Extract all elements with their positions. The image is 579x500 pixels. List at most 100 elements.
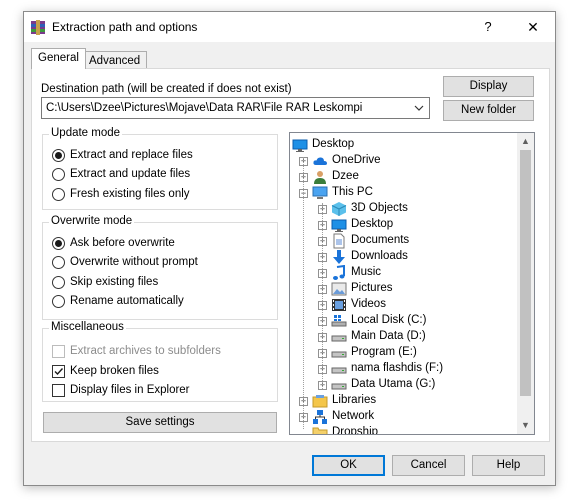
tree-item[interactable]: + Data Utama (G:) <box>290 377 518 393</box>
destination-path-value: C:\Users\Dzee\Pictures\Mojave\Data RAR\F… <box>46 102 363 114</box>
tree-item[interactable]: + Pictures <box>290 281 518 297</box>
chevron-down-icon[interactable] <box>412 101 426 115</box>
desktop-icon <box>292 137 308 153</box>
tree-item[interactable]: + OneDrive <box>290 153 518 169</box>
tree-item[interactable]: + Videos <box>290 297 518 313</box>
close-button[interactable]: ✕ <box>521 17 545 37</box>
tree-item[interactable]: + nama flashdis (F:) <box>290 361 518 377</box>
tree-item-label: This PC <box>332 186 373 198</box>
drive-icon <box>331 361 347 377</box>
music-icon <box>331 264 347 281</box>
checkbox[interactable] <box>52 384 65 397</box>
save-settings-button[interactable]: Save settings <box>43 412 277 433</box>
tree-item[interactable]: + Documents <box>290 233 518 249</box>
tree-item-label: Main Data (D:) <box>351 330 426 342</box>
radio-button[interactable] <box>52 295 65 308</box>
scroll-up-icon[interactable]: ▲ <box>517 133 534 150</box>
tree-item-label: Local Disk (C:) <box>351 314 427 326</box>
cloud-icon <box>312 153 328 169</box>
scroll-down-icon[interactable]: ▼ <box>517 417 534 434</box>
tree-item[interactable]: + Downloads <box>290 249 518 265</box>
radio-label: Rename automatically <box>70 295 184 307</box>
title-bar: Extraction path and options ? ✕ <box>24 12 555 42</box>
document-icon <box>331 233 347 249</box>
radio-label: Extract and replace files <box>70 149 193 161</box>
radio-label: Extract and update files <box>70 168 191 180</box>
tree-item-label: Desktop <box>312 138 355 150</box>
miscellaneous-group: Miscellaneous Extract archives to subfol… <box>42 321 278 402</box>
tree-item[interactable]: Dropship <box>290 425 518 434</box>
system-drive-icon <box>331 313 347 329</box>
tree-item[interactable]: + Desktop <box>290 217 518 233</box>
video-icon <box>331 297 347 313</box>
tree-item[interactable]: + Network <box>290 409 518 425</box>
download-icon <box>331 249 347 265</box>
scroll-thumb[interactable] <box>520 150 531 396</box>
computer-icon <box>312 185 328 201</box>
radio-button[interactable] <box>52 276 65 289</box>
folder-tree[interactable]: Desktop + OneDrive + Dzee − This PC +3D Objects… <box>289 132 535 435</box>
update-mode-title: Update mode <box>49 127 123 139</box>
tree-item[interactable]: + Program (E:) <box>290 345 518 361</box>
tree-item-label: Documents <box>351 234 410 246</box>
tab-general[interactable]: General <box>31 48 86 69</box>
tree-item-label: Program (E:) <box>351 346 417 358</box>
checkbox[interactable] <box>52 345 65 358</box>
network-icon <box>312 409 328 425</box>
user-icon <box>312 169 328 185</box>
radio-button[interactable] <box>52 149 65 162</box>
checkbox[interactable] <box>52 365 65 378</box>
tree-guide-line <box>322 203 323 389</box>
checkbox-label: Extract archives to subfolders <box>70 345 221 357</box>
tree-item[interactable]: + Local Disk (C:) <box>290 313 518 329</box>
tree-item[interactable]: + Dzee <box>290 169 518 185</box>
tree-guide-line <box>303 157 304 429</box>
overwrite-mode-title: Overwrite mode <box>49 215 135 227</box>
tree-scrollbar[interactable]: ▲ ▼ <box>517 133 534 434</box>
tree-item[interactable]: − This PC <box>290 185 518 201</box>
cube-icon <box>331 201 347 217</box>
tree-item-label: Music <box>351 266 382 278</box>
checkbox-label: Display files in Explorer <box>70 384 190 396</box>
folder-icon <box>312 425 328 434</box>
cancel-button[interactable]: Cancel <box>392 455 465 476</box>
radio-label: Fresh existing files only <box>70 188 190 200</box>
winrar-icon <box>30 19 46 35</box>
tree-item-label: OneDrive <box>332 154 381 166</box>
extraction-dialog: Extraction path and options ? ✕ General … <box>23 11 556 486</box>
tree-item[interactable]: + Music <box>290 264 518 281</box>
title-help-button[interactable]: ? <box>476 17 500 37</box>
tree-item-label: Desktop <box>351 218 394 230</box>
tree-item-label: Dzee <box>332 170 359 182</box>
radio-label: Skip existing files <box>70 276 159 288</box>
tree-item[interactable]: + Libraries <box>290 393 518 409</box>
help-button[interactable]: Help <box>472 455 545 476</box>
desktop-icon <box>331 217 347 233</box>
radio-button[interactable] <box>52 256 65 269</box>
drive-icon <box>331 329 347 345</box>
radio-button[interactable] <box>52 168 65 181</box>
display-button[interactable]: Display <box>443 76 534 97</box>
tree-item[interactable]: + Main Data (D:) <box>290 329 518 345</box>
drive-icon <box>331 377 347 393</box>
tree-item-label: nama flashdis (F:) <box>351 362 444 374</box>
checkmark-icon <box>54 368 64 376</box>
new-folder-button[interactable]: New folder <box>443 100 534 121</box>
tree-item-label: Data Utama (G:) <box>351 378 436 390</box>
radio-button[interactable] <box>52 237 65 250</box>
tree-item-label: Videos <box>351 298 386 310</box>
tree-item-label: 3D Objects <box>351 202 408 214</box>
tree-item-label: Network <box>332 410 375 422</box>
tree-item[interactable]: +3D Objects <box>290 201 518 217</box>
destination-label: Destination path (will be created if doe… <box>41 83 292 95</box>
radio-button[interactable] <box>52 188 65 201</box>
ok-button[interactable]: OK <box>312 455 385 476</box>
radio-label: Overwrite without prompt <box>70 256 198 268</box>
drive-icon <box>331 345 347 361</box>
destination-path-combo[interactable]: C:\Users\Dzee\Pictures\Mojave\Data RAR\F… <box>41 97 430 119</box>
library-icon <box>312 393 328 409</box>
tree-item[interactable]: Desktop <box>290 137 518 153</box>
checkbox-label: Keep broken files <box>70 365 159 377</box>
tree-item-label: Downloads <box>351 250 408 262</box>
picture-icon <box>331 281 347 297</box>
